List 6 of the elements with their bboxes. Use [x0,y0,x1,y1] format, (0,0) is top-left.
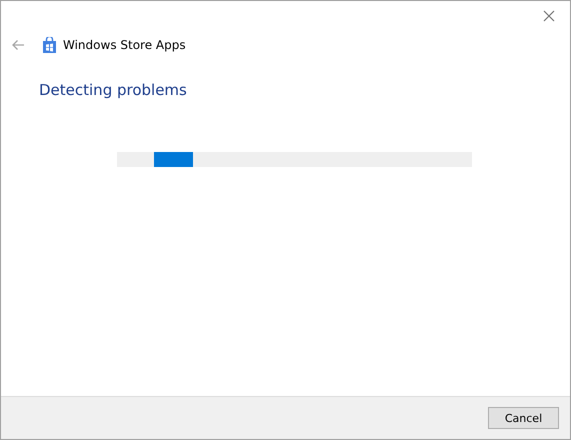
back-arrow-icon [11,39,25,51]
status-heading: Detecting problems [39,81,188,99]
close-icon [543,10,555,22]
window-title: Windows Store Apps [63,38,186,52]
shopping-bag-icon [42,37,57,53]
cancel-button[interactable]: Cancel [488,407,559,429]
